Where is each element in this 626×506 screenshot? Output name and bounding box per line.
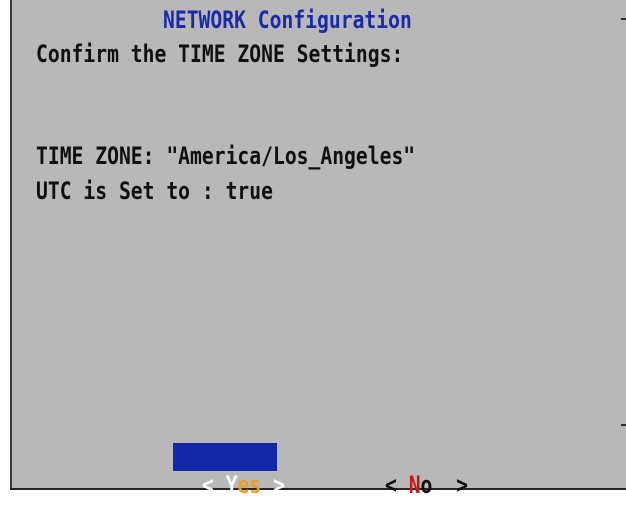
dialog-panel xyxy=(10,0,626,490)
yes-button[interactable]: < Yes > xyxy=(173,443,285,499)
yes-button-text: es xyxy=(237,471,262,499)
no-button-close-bracket: > xyxy=(432,471,468,499)
dialog-title: NETWORK Configuration xyxy=(163,6,412,34)
no-button-open-bracket: < xyxy=(384,471,409,499)
no-button-hotkey: N xyxy=(408,471,421,499)
scroll-top-marker xyxy=(621,18,626,20)
no-button-text: o xyxy=(420,471,433,499)
dialog-bottom-border xyxy=(10,488,626,490)
scroll-bottom-marker xyxy=(621,424,626,426)
dialog-left-border xyxy=(10,0,12,490)
yes-button-open-bracket: < xyxy=(201,471,226,499)
no-button-label: < No > xyxy=(385,471,468,499)
yes-button-close-bracket: > xyxy=(261,471,285,499)
dialog-prompt: Confirm the TIME ZONE Settings: xyxy=(36,40,404,68)
no-button[interactable]: < No > xyxy=(356,443,468,499)
utc-setting: UTC is Set to : true xyxy=(36,177,273,205)
time-zone-setting: TIME ZONE: "America/Los_Angeles" xyxy=(36,142,416,170)
yes-button-hotkey: Y xyxy=(225,471,238,499)
yes-button-label: < Yes > xyxy=(202,471,285,499)
